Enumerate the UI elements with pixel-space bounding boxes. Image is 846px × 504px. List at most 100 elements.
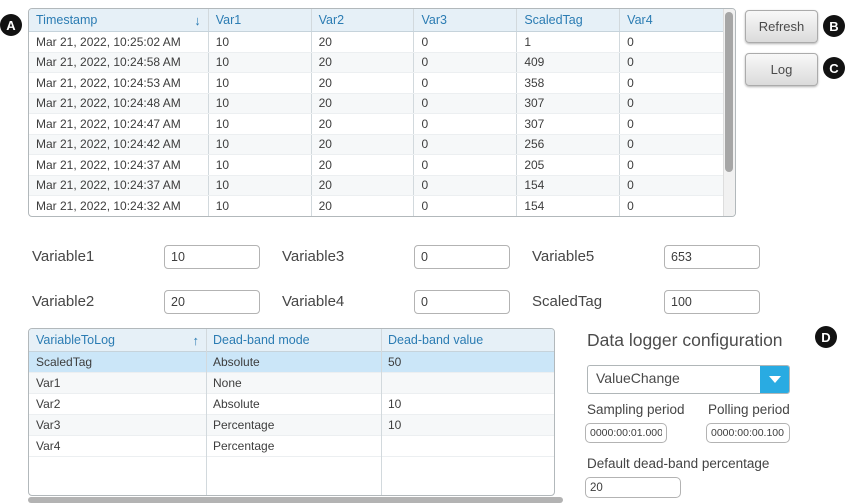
table-row[interactable]: Mar 21, 2022, 10:24:48 AM102003070: [29, 94, 723, 115]
table-cell: 10: [209, 135, 312, 155]
table-cell: ScaledTag: [29, 352, 206, 372]
table-cell: 10: [209, 114, 312, 134]
table-cell: 307: [517, 114, 620, 134]
table-cell: 0: [414, 32, 517, 52]
table-cell: Mar 21, 2022, 10:24:58 AM: [29, 53, 209, 73]
scrollbar-thumb[interactable]: [725, 12, 733, 172]
logging-mode-dropdown[interactable]: ValueChange: [587, 365, 790, 394]
log-button[interactable]: Log: [745, 53, 818, 86]
table-cell: [381, 436, 554, 456]
deadband-table: VariableToLog↑Dead-band mode Dead-band va…: [28, 328, 555, 496]
log-table: Timestamp↓Var1Var2Var3ScaledTag Var4 Mar …: [28, 8, 736, 217]
deadband-table-header: VariableToLog↑Dead-band mode Dead-band va…: [29, 329, 554, 352]
table-row[interactable]: Var1None: [29, 373, 554, 394]
table-row[interactable]: Mar 21, 2022, 10:24:58 AM102004090: [29, 53, 723, 74]
table-cell: 0: [620, 196, 723, 216]
variable-input-scaledtag[interactable]: [664, 290, 760, 314]
column-label: Dead-band value: [388, 333, 483, 347]
log-table-body: Mar 21, 2022, 10:25:02 AM1020010Mar 21, …: [29, 32, 723, 216]
variable-input-variable3[interactable]: [414, 245, 510, 269]
table-cell: Var2: [29, 394, 206, 414]
variable-field: Variable5: [532, 234, 782, 279]
table-cell: 20: [312, 73, 415, 93]
variable-field: Variable4: [282, 279, 532, 324]
table-row[interactable]: Var4Percentage: [29, 436, 554, 457]
table-cell: None: [206, 373, 381, 393]
table-cell: 0: [620, 94, 723, 114]
table-row[interactable]: Mar 21, 2022, 10:24:32 AM102001540: [29, 196, 723, 216]
column-header-scaledtag[interactable]: ScaledTag: [517, 9, 620, 31]
table-cell: Percentage: [206, 436, 381, 456]
table-cell: 154: [517, 196, 620, 216]
variable-input-variable1[interactable]: [164, 245, 260, 269]
table-cell: 0: [620, 32, 723, 52]
column-header-dead-band-value[interactable]: Dead-band value: [381, 329, 554, 351]
sampling-period-label: Sampling period: [587, 402, 685, 417]
column-header-variabletolog[interactable]: VariableToLog↑: [29, 329, 206, 351]
table-row[interactable]: Var3Percentage10: [29, 415, 554, 436]
variable-label-variable3: Variable3: [282, 248, 414, 265]
table-cell: 154: [517, 176, 620, 196]
column-header-var4[interactable]: Var4: [620, 9, 723, 31]
variable-input-variable5[interactable]: [664, 245, 760, 269]
variable-label-variable5: Variable5: [532, 248, 664, 265]
annotation-b-badge: B: [823, 15, 845, 37]
variable-input-variable2[interactable]: [164, 290, 260, 314]
table-cell: 10: [209, 94, 312, 114]
polling-period-label: Polling period: [708, 402, 790, 417]
table-cell: 0: [414, 53, 517, 73]
table-cell: 0: [620, 73, 723, 93]
table-row[interactable]: Mar 21, 2022, 10:24:37 AM102001540: [29, 176, 723, 197]
log-table-vertical-scrollbar[interactable]: [723, 9, 735, 216]
table-cell: 0: [414, 135, 517, 155]
table-cell: Mar 21, 2022, 10:24:37 AM: [29, 176, 209, 196]
variable-label-variable1: Variable1: [32, 248, 164, 265]
table-cell: 20: [312, 176, 415, 196]
column-label: Var4: [627, 13, 652, 27]
column-header-dead-band-mode[interactable]: Dead-band mode: [206, 329, 381, 351]
table-cell: Mar 21, 2022, 10:24:53 AM: [29, 73, 209, 93]
table-cell: 0: [620, 155, 723, 175]
column-header-var3[interactable]: Var3: [414, 9, 517, 31]
variable-input-variable4[interactable]: [414, 290, 510, 314]
annotation-a-badge: A: [0, 14, 22, 36]
table-cell: 0: [414, 196, 517, 216]
log-table-header: Timestamp↓Var1Var2Var3ScaledTag Var4: [29, 9, 723, 32]
table-cell: 50: [381, 352, 554, 372]
table-row[interactable]: Var2Absolute10: [29, 394, 554, 415]
table-cell: 0: [620, 135, 723, 155]
table-cell: 0: [414, 94, 517, 114]
column-header-var2[interactable]: Var2: [312, 9, 415, 31]
refresh-button[interactable]: Refresh: [745, 10, 818, 43]
table-cell: Var4: [29, 436, 206, 456]
sampling-period-input[interactable]: [585, 423, 667, 443]
table-cell: [381, 373, 554, 393]
dropdown-button[interactable]: [760, 366, 789, 393]
variable-fields-section: Variable1Variable2Variable3Variable4Vari…: [32, 234, 782, 324]
table-cell: 0: [414, 176, 517, 196]
sort-descending-icon: ↓: [194, 13, 201, 28]
table-row[interactable]: Mar 21, 2022, 10:24:42 AM102002560: [29, 135, 723, 156]
dropdown-selected-value: ValueChange: [596, 366, 680, 391]
table-cell: 0: [620, 114, 723, 134]
deadband-table-horizontal-scrollbar[interactable]: [28, 497, 563, 503]
config-panel-title: Data logger configuration: [587, 330, 783, 351]
table-row[interactable]: ScaledTagAbsolute50: [29, 352, 554, 373]
polling-period-input[interactable]: [706, 423, 790, 443]
table-row[interactable]: Mar 21, 2022, 10:24:37 AM102002050: [29, 155, 723, 176]
column-header-timestamp[interactable]: Timestamp↓: [29, 9, 209, 31]
table-row[interactable]: Mar 21, 2022, 10:25:02 AM1020010: [29, 32, 723, 53]
opc-data-logger-window: Timestamp↓Var1Var2Var3ScaledTagVar4 Mar …: [0, 0, 846, 504]
column-header-var1[interactable]: Var1: [209, 9, 312, 31]
table-cell: 10: [209, 176, 312, 196]
default-deadband-input[interactable]: [585, 477, 681, 498]
variable-field: ScaledTag: [532, 279, 782, 324]
annotation-d-badge: D: [815, 326, 837, 348]
table-cell: 409: [517, 53, 620, 73]
table-row[interactable]: Mar 21, 2022, 10:24:53 AM102003580: [29, 73, 723, 94]
table-row[interactable]: Mar 21, 2022, 10:24:47 AM102003070: [29, 114, 723, 135]
column-label: VariableToLog: [36, 333, 115, 347]
table-cell: 0: [414, 155, 517, 175]
table-cell: Absolute: [206, 394, 381, 414]
table-cell: 20: [312, 53, 415, 73]
